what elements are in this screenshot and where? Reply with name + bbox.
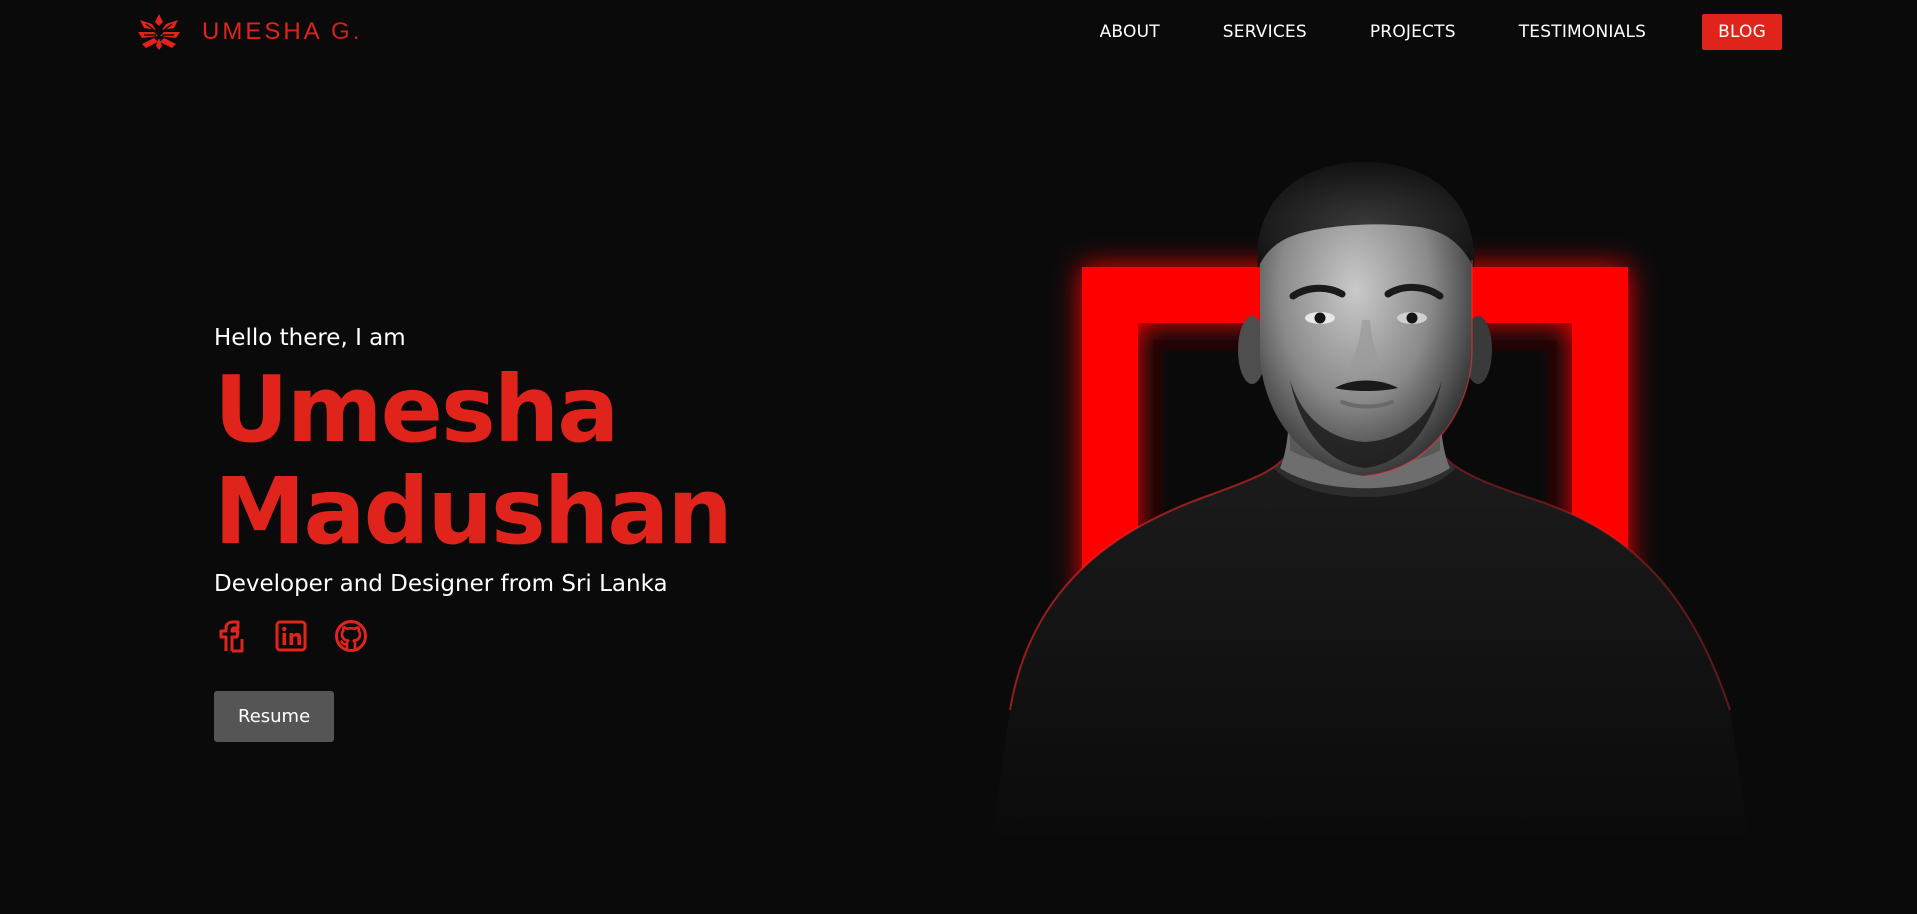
- nav-testimonials[interactable]: TESTIMONIALS: [1519, 22, 1646, 42]
- hero-last-name: Madushan: [214, 458, 733, 565]
- logo[interactable]: UMESHA G.: [136, 12, 362, 52]
- hero: Hello there, I am Umesha Madushan Develo…: [214, 325, 733, 742]
- page: UMESHA G. ABOUT SERVICES PROJECTS TESTIM…: [0, 0, 1917, 914]
- portrait-image: [990, 150, 1750, 850]
- hero-tagline: Developer and Designer from Sri Lanka: [214, 571, 668, 597]
- nav-about[interactable]: ABOUT: [1100, 22, 1160, 42]
- logo-icon: [138, 14, 180, 50]
- hero-first-name: Umesha: [214, 356, 619, 463]
- hero-greeting: Hello there, I am: [214, 325, 406, 351]
- logo-text: UMESHA G.: [202, 18, 363, 45]
- nav-blog-button[interactable]: BLOG: [1702, 14, 1782, 50]
- linkedin-icon[interactable]: [274, 619, 308, 653]
- resume-button[interactable]: Resume: [214, 691, 335, 742]
- nav-projects[interactable]: PROJECTS: [1370, 22, 1456, 42]
- hero-name: Umesha Madushan: [214, 356, 733, 565]
- main-nav: ABOUT SERVICES PROJECTS TESTIMONIALS BLO…: [1037, 14, 1782, 50]
- social-links: [214, 619, 731, 653]
- nav-services[interactable]: SERVICES: [1223, 22, 1307, 42]
- facebook-icon[interactable]: [214, 619, 248, 653]
- github-icon[interactable]: [334, 619, 368, 653]
